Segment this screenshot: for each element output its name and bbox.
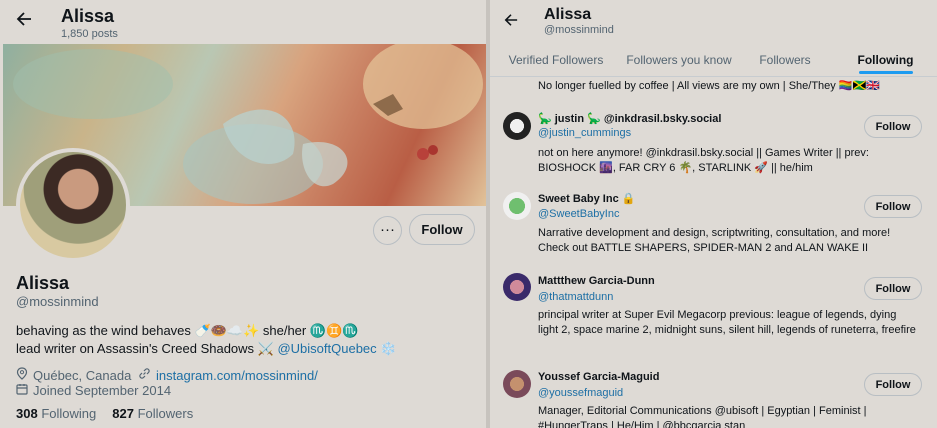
location-row: Québec, Canada — [16, 367, 131, 383]
user-name[interactable]: Youssef Garcia-Maguid — [538, 371, 659, 383]
tab-following[interactable]: Following — [834, 44, 937, 76]
location-text: Québec, Canada — [33, 367, 132, 383]
profile-header: Alissa 1,850 posts — [0, 0, 486, 44]
user-avatar[interactable] — [503, 112, 531, 140]
back-arrow-icon[interactable] — [16, 11, 32, 32]
follow-button[interactable]: Follow — [409, 214, 475, 245]
website-row: instagram.com/mossinmind/ — [138, 367, 318, 383]
calendar-icon — [16, 383, 28, 398]
list-item[interactable]: Sweet Baby Inc 🔒 @SweetBabyInc Narrative… — [490, 186, 937, 266]
tab-underline — [490, 76, 937, 77]
profile-avatar[interactable] — [16, 148, 130, 262]
list-item[interactable]: Youssef Garcia-Maguid @youssefmaguid Man… — [490, 364, 937, 428]
user-bio: principal writer at Super Evil Megacorp … — [538, 309, 916, 336]
previous-user-bio: No longer fuelled by coffee | All views … — [538, 80, 880, 92]
user-name[interactable]: Sweet Baby Inc 🔒 — [538, 192, 635, 205]
joined-row: Joined September 2014 — [16, 383, 171, 398]
profile-bio: behaving as the wind behaves 🍼🍩☁️✨ she/h… — [16, 322, 476, 358]
user-bio: not on here anymore! @inkdrasil.bsky.soc… — [538, 147, 869, 174]
header-title: Alissa — [544, 6, 592, 23]
user-avatar[interactable] — [503, 370, 531, 398]
joined-text: Joined September 2014 — [33, 383, 172, 398]
following-label: Following — [41, 406, 97, 421]
tab-followers-you-know[interactable]: Followers you know — [622, 44, 736, 76]
follow-stats: 308 Following 827 Followers — [16, 406, 193, 421]
tab-verified-followers[interactable]: Verified Followers — [490, 44, 622, 76]
following-stat[interactable]: 308 Following — [16, 406, 96, 421]
user-name[interactable]: 🦕 justin 🦕 @inkdrasil.bsky.social — [538, 112, 721, 125]
user-handle[interactable]: @youssefmaguid — [538, 387, 623, 399]
back-arrow-icon[interactable] — [504, 11, 518, 32]
follow-button[interactable]: Follow — [864, 277, 922, 300]
following-panel: Alissa @mossinmind Verified Followers Fo… — [490, 0, 937, 428]
website-link[interactable]: instagram.com/mossinmind/ — [156, 368, 318, 383]
bio-line-2-text: lead writer on Assassin's Creed Shadows … — [16, 341, 274, 356]
user-handle[interactable]: @justin_cummings — [538, 127, 631, 139]
following-count: 308 — [16, 406, 38, 421]
user-avatar[interactable] — [503, 192, 531, 220]
list-item[interactable]: Mattthew Garcia-Dunn @thatmattdunn princ… — [490, 268, 937, 363]
followers-stat[interactable]: 827 Followers — [112, 406, 193, 421]
tab-bar: Verified Followers Followers you know Fo… — [490, 44, 937, 76]
more-options-button[interactable]: ··· — [373, 216, 402, 245]
follow-button[interactable]: Follow — [864, 195, 922, 218]
profile-name: Alissa — [16, 273, 70, 293]
user-handle[interactable]: @thatmattdunn — [538, 291, 613, 303]
post-count: 1,850 posts — [61, 28, 118, 40]
profile-panel: Alissa 1,850 posts ··· Follow Alissa @mo… — [0, 0, 486, 428]
ubisoft-quebec-link[interactable]: @UbisoftQuebec — [277, 341, 376, 356]
list-item[interactable]: 🦕 justin 🦕 @inkdrasil.bsky.social @justi… — [490, 106, 937, 186]
bio-line-2: lead writer on Assassin's Creed Shadows … — [16, 340, 476, 358]
header-handle: @mossinmind — [544, 24, 614, 36]
user-avatar[interactable] — [503, 273, 531, 301]
tab-followers[interactable]: Followers — [736, 44, 834, 76]
user-bio: Manager, Editorial Communications @ubiso… — [538, 405, 867, 428]
location-pin-icon — [16, 367, 28, 383]
profile-handle: @mossinmind — [16, 294, 99, 309]
bio-line-1: behaving as the wind behaves 🍼🍩☁️✨ she/h… — [16, 323, 359, 338]
user-bio: Narrative development and design, script… — [538, 227, 891, 254]
followers-count: 827 — [112, 406, 134, 421]
bio-line-2-emoji: ❄️ — [380, 341, 397, 356]
follow-button[interactable]: Follow — [864, 115, 922, 138]
user-handle[interactable]: @SweetBabyInc — [538, 208, 620, 220]
followers-label: Followers — [137, 406, 194, 421]
header-title: Alissa — [61, 6, 115, 26]
link-icon — [138, 367, 151, 383]
user-name[interactable]: Mattthew Garcia-Dunn — [538, 275, 655, 287]
follow-button[interactable]: Follow — [864, 373, 922, 396]
